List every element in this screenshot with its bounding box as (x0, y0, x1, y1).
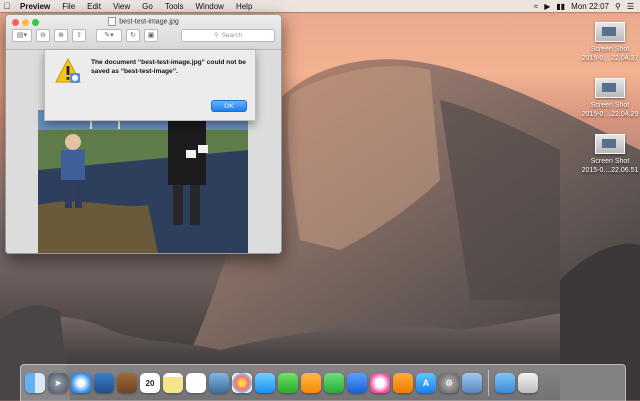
file-name-line2: 2015-0....22.04.37 (581, 55, 639, 62)
itunes-icon[interactable] (370, 373, 390, 393)
warning-icon (55, 58, 81, 83)
preview-window: best-test-image.jpg ▤▾ ⊖ ⊕ ⇧ ✎▾ ↻ ▣ ⚲ Se… (5, 14, 282, 254)
dock: ➤ 20 A ⚙ (20, 364, 626, 401)
screenshot-thumbnail-icon (595, 134, 625, 154)
finder-icon[interactable] (25, 373, 45, 393)
notes-icon[interactable] (163, 373, 183, 393)
menu-file[interactable]: File (56, 2, 81, 11)
facetime-icon[interactable] (278, 373, 298, 393)
menu-tools[interactable]: Tools (159, 2, 190, 11)
document-photo[interactable] (38, 110, 248, 253)
menu-view[interactable]: View (107, 2, 136, 11)
menu-window[interactable]: Window (190, 2, 230, 11)
menu-go[interactable]: Go (136, 2, 159, 11)
apple-menu-icon[interactable]:  (0, 1, 14, 11)
launchpad-icon[interactable]: ➤ (48, 373, 68, 393)
safari-icon[interactable] (71, 373, 91, 393)
ibooks-icon[interactable] (393, 373, 413, 393)
search-field[interactable]: ⚲ Search (181, 28, 275, 42)
pages-icon[interactable] (301, 373, 321, 393)
notification-center-icon[interactable]: ☰ (627, 2, 634, 11)
screenshot-thumbnail-icon (595, 78, 625, 98)
downloads-folder-icon[interactable] (495, 373, 515, 393)
file-name-line1: Screen Shot (590, 158, 630, 165)
app-store-icon[interactable]: A (416, 373, 436, 393)
window-title-text: best-test-image.jpg (119, 18, 179, 26)
window-title: best-test-image.jpg (6, 17, 281, 26)
system-preferences-icon[interactable]: ⚙ (439, 373, 459, 393)
messages-bubble-icon[interactable] (255, 373, 275, 393)
ok-button[interactable]: OK (211, 100, 247, 112)
photos-icon[interactable] (232, 373, 252, 393)
mail-stamp-icon[interactable] (94, 373, 114, 393)
keynote-icon[interactable] (347, 373, 367, 393)
toolbar: ▤▾ ⊖ ⊕ ⇧ ✎▾ ↻ ▣ ⚲ Search (12, 28, 275, 42)
wifi-icon[interactable]: ≈ (534, 2, 538, 11)
document-icon (108, 17, 117, 26)
contacts-icon[interactable] (117, 373, 137, 393)
desktop-file-screenshot-2[interactable]: Screen Shot 2015-0....22.04.29 (580, 78, 640, 119)
toolbox-icon[interactable]: ▣ (144, 28, 158, 42)
file-name-line1: Screen Shot (590, 102, 630, 109)
file-name-line2: 2015-0....22.06.51 (581, 167, 639, 174)
desktop-file-screenshot-1[interactable]: Screen Shot 2015-0....22.04.37 (580, 22, 640, 63)
search-placeholder: Search (221, 31, 243, 39)
menu-edit[interactable]: Edit (81, 2, 107, 11)
calendar-icon[interactable]: 20 (140, 373, 160, 393)
reminders-icon[interactable] (186, 373, 206, 393)
markup-pen-icon[interactable]: ✎▾ (96, 28, 122, 42)
share-icon[interactable]: ⇧ (72, 28, 86, 42)
photo-viewer-icon[interactable] (209, 373, 229, 393)
clock[interactable]: Mon 22:07 (571, 2, 609, 11)
zoom-in-icon[interactable]: ⊕ (54, 28, 68, 42)
search-icon: ⚲ (213, 32, 219, 39)
file-name-line1: Screen Shot (590, 46, 630, 53)
save-error-dialog: The document “best-test-image.jpg” could… (44, 50, 256, 121)
numbers-icon[interactable] (324, 373, 344, 393)
preview-icon[interactable] (462, 373, 482, 393)
menu-help[interactable]: Help (230, 2, 258, 11)
status-area: ≈ ▶ ▮▮ Mon 22:07 ⚲ ☰ (534, 2, 640, 11)
volume-icon[interactable]: ▶ (544, 2, 550, 11)
menu-bar:  Preview File Edit View Go Tools Window… (0, 0, 640, 12)
dialog-message: The document “best-test-image.jpg” could… (91, 59, 246, 75)
window-titlebar[interactable]: best-test-image.jpg ▤▾ ⊖ ⊕ ⇧ ✎▾ ↻ ▣ ⚲ Se… (6, 15, 281, 50)
desktop-file-screenshot-3[interactable]: Screen Shot 2015-0....22.06.51 (580, 134, 640, 175)
trash-icon[interactable] (518, 373, 538, 393)
zoom-out-icon[interactable]: ⊖ (36, 28, 50, 42)
screenshot-thumbnail-icon (595, 22, 625, 42)
file-name-line2: 2015-0....22.04.29 (581, 111, 639, 118)
spotlight-search-icon[interactable]: ⚲ (615, 2, 621, 11)
battery-icon[interactable]: ▮▮ (556, 2, 565, 11)
rotate-icon[interactable]: ↻ (126, 28, 140, 42)
calendar-day: 20 (145, 378, 155, 388)
dock-separator (488, 370, 489, 396)
menu-app-name[interactable]: Preview (14, 2, 56, 11)
sidebar-view-button[interactable]: ▤▾ (12, 28, 32, 42)
